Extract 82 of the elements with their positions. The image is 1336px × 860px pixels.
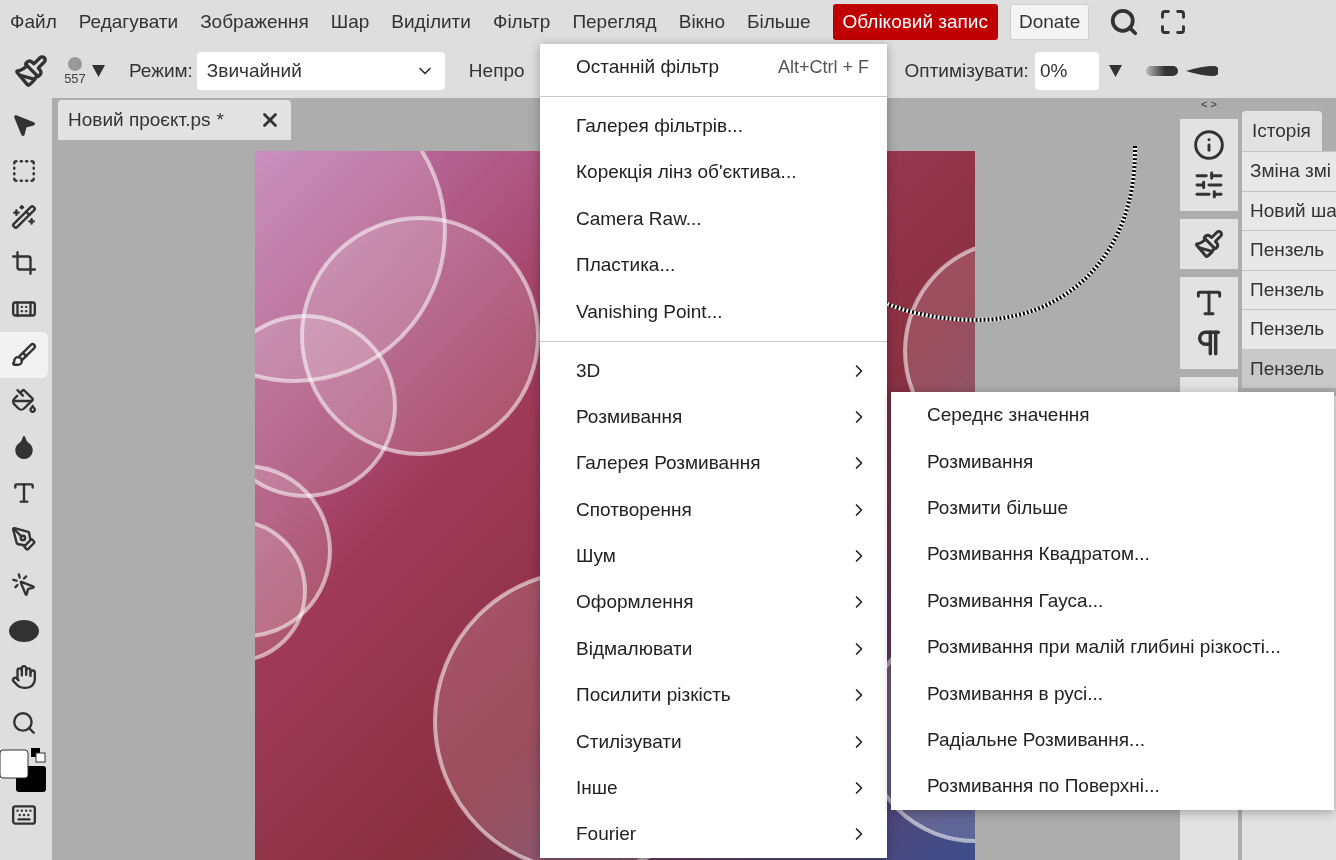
brush-stroke-icon[interactable] — [1145, 66, 1178, 76]
menu-option[interactable]: Розмивання Квадратом... — [891, 531, 1334, 578]
menu-item[interactable]: Файл — [10, 11, 57, 33]
history-item[interactable]: Пензель — [1242, 269, 1336, 309]
menu-option[interactable]: Розмивання — [891, 438, 1334, 485]
menu-item[interactable]: Вікно — [678, 11, 725, 33]
document-tab[interactable]: Новий проєкт.ps * — [58, 100, 291, 140]
menu-option[interactable]: Розмивання в русі... — [891, 670, 1334, 717]
history-item[interactable]: Пензель — [1242, 230, 1336, 270]
tool-button[interactable] — [0, 746, 48, 792]
menu-option[interactable]: Галерея фільтрів... — [540, 102, 887, 150]
menu-option[interactable]: Розмити більше — [891, 484, 1334, 532]
menu-option[interactable]: Розмивання по Поверхні... — [891, 763, 1334, 810]
menu-option[interactable]: Галерея Розмивання — [540, 440, 887, 487]
mode-label: Режим: — [129, 60, 193, 82]
menu-option[interactable]: Середнє значення — [891, 392, 1334, 439]
menu-item[interactable]: Фільтр — [492, 11, 551, 33]
brush-settings-icon[interactable] — [1194, 229, 1224, 259]
marquee-tool-icon — [11, 158, 37, 184]
menu-option[interactable]: Стилізувати — [540, 718, 887, 765]
menu-item[interactable]: Більше — [747, 11, 811, 33]
history-item[interactable]: Пензель — [1242, 309, 1336, 349]
menu-item[interactable]: Перегляд — [572, 11, 657, 33]
pen-tool-icon — [11, 526, 37, 552]
optimize-field[interactable]: 0% — [1034, 52, 1099, 90]
move-tool-icon — [11, 112, 37, 138]
adjustments-icon[interactable] — [1193, 169, 1225, 201]
shortcut-text: Alt+Ctrl + F — [777, 56, 869, 78]
search-icon[interactable] — [1109, 7, 1140, 37]
menu-option[interactable]: Розмивання при малій глибині різкості... — [891, 623, 1334, 671]
dropdown-triangle-icon[interactable] — [92, 65, 105, 77]
brush-dot-icon — [68, 56, 82, 71]
document-title: Новий проєкт.ps — [68, 109, 211, 131]
brush-taper-icon[interactable] — [1185, 66, 1218, 76]
crop-icon — [11, 250, 37, 276]
hand-icon — [11, 664, 37, 690]
info-icon[interactable] — [1193, 129, 1225, 161]
brush-icon — [11, 342, 37, 368]
zoom-icon — [11, 710, 37, 736]
account-button[interactable]: Обліковий запис — [832, 4, 998, 40]
tool-button[interactable] — [0, 332, 48, 378]
type-tool-icon — [11, 480, 37, 506]
path-select-icon — [11, 572, 37, 598]
menu-option[interactable]: Fourier — [540, 811, 887, 858]
history-item[interactable]: Новий ша — [1242, 190, 1336, 230]
menu-option[interactable]: Camera Raw... — [540, 195, 887, 243]
brush-preset-icon[interactable] — [14, 54, 48, 88]
menu-option[interactable]: Відмалювати — [540, 625, 887, 673]
menu-option[interactable]: Оформлення — [540, 579, 887, 626]
paint-bucket-icon — [11, 388, 37, 414]
color-swatches-icon — [0, 746, 48, 792]
menu-option[interactable]: Розмивання Гауса... — [891, 577, 1334, 624]
menu-option[interactable]: Спотворення — [540, 486, 887, 533]
menu-option[interactable]: Шум — [540, 532, 887, 580]
menu-option[interactable]: Радіальне Розмивання... — [891, 716, 1334, 764]
menu-option[interactable]: 3D — [540, 347, 887, 394]
menu-option[interactable]: Vanishing Point... — [540, 288, 887, 335]
history-item[interactable]: Пензель — [1242, 348, 1336, 388]
menu-item[interactable]: Зображення — [200, 11, 309, 33]
menu-item[interactable]: Виділити — [391, 11, 471, 33]
magic-wand-icon — [11, 204, 37, 230]
dropdown-triangle-icon[interactable] — [1108, 65, 1122, 77]
menu-option[interactable]: Корекція лінз об'єктива... — [540, 149, 887, 196]
history-tab[interactable]: Історія — [1242, 111, 1322, 151]
opacity-label: Непро — [468, 60, 525, 82]
menu-item[interactable]: Редагувати — [78, 11, 179, 33]
modified-mark: * — [216, 109, 224, 131]
menu-option[interactable]: Останній фільтр Alt+Ctrl + F — [540, 44, 887, 91]
history-item[interactable]: Зміна змі — [1242, 151, 1336, 191]
donate-button[interactable]: Donate — [1010, 4, 1090, 40]
keyboard-icon — [11, 802, 37, 828]
fullscreen-icon[interactable] — [1159, 8, 1188, 36]
menu-option[interactable]: Інше — [540, 764, 887, 812]
brush-size: 557 — [64, 70, 86, 86]
ellipse-icon — [9, 620, 39, 642]
menu-option[interactable]: Розмивання — [540, 393, 887, 441]
menu-option[interactable]: Пластика... — [540, 242, 887, 289]
mode-select[interactable]: Звичайний — [196, 52, 445, 90]
menu-item[interactable]: Шар — [330, 11, 370, 33]
menu-option[interactable]: Посилити різкість — [540, 672, 887, 719]
optimize-label: Оптимізувати: — [904, 60, 1029, 82]
panel-toggle[interactable]: < > — [1201, 98, 1217, 111]
